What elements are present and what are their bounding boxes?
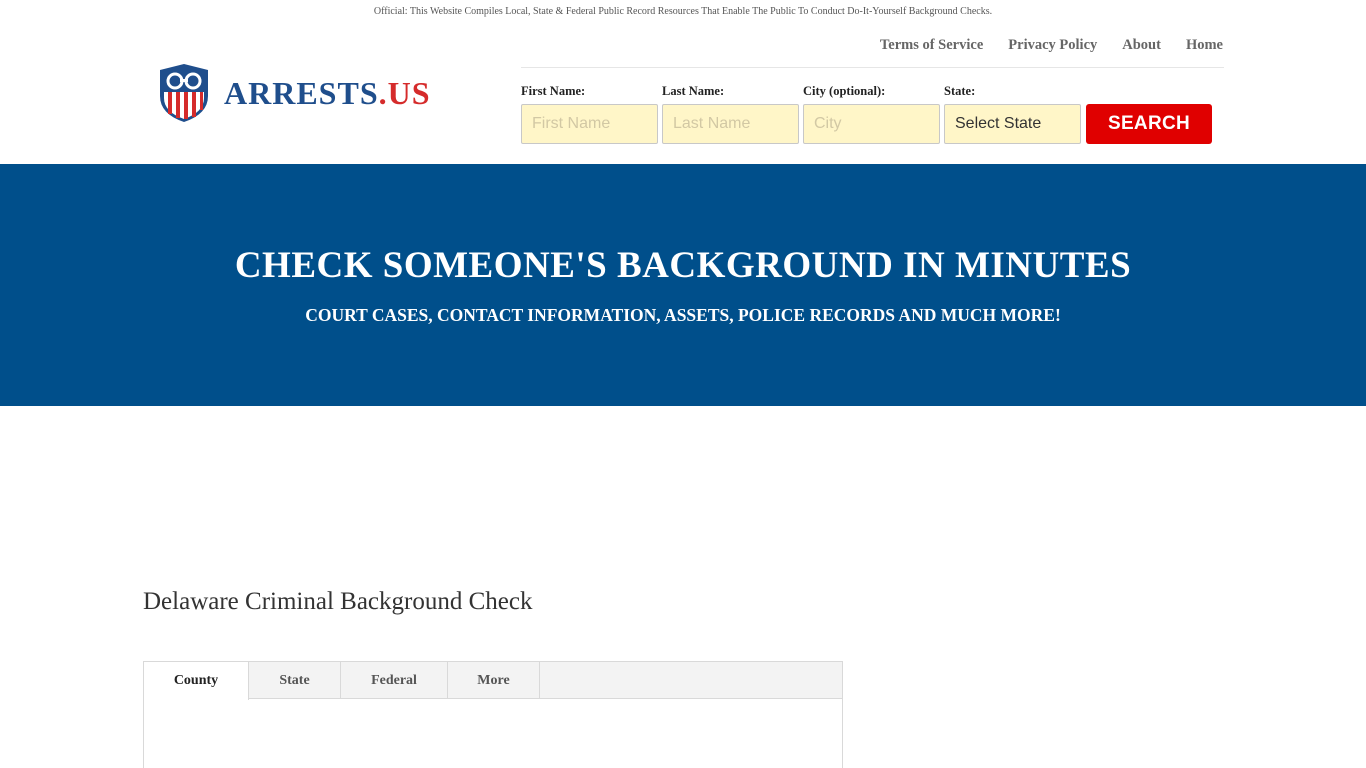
hero-banner: CHECK SOMEONE'S BACKGROUND IN MINUTES CO… bbox=[0, 164, 1366, 406]
city-group: City (optional): bbox=[803, 84, 940, 144]
top-nav: Terms of Service Privacy Policy About Ho… bbox=[880, 37, 1223, 54]
state-group: State: Select State bbox=[944, 84, 1081, 144]
nav-privacy-policy[interactable]: Privacy Policy bbox=[1008, 37, 1097, 54]
first-name-group: First Name: bbox=[521, 84, 658, 144]
tab-federal[interactable]: Federal bbox=[341, 662, 448, 699]
tab-county[interactable]: County bbox=[144, 662, 249, 700]
first-name-label: First Name: bbox=[521, 84, 586, 98]
nav-home[interactable]: Home bbox=[1186, 37, 1223, 54]
records-tabs: County State Federal More bbox=[143, 661, 843, 768]
tab-more[interactable]: More bbox=[448, 662, 540, 699]
nav-terms-of-service[interactable]: Terms of Service bbox=[880, 37, 983, 54]
logo-suffix: .US bbox=[378, 74, 431, 111]
nav-divider bbox=[521, 67, 1224, 68]
last-name-label: Last Name: bbox=[662, 84, 725, 98]
state-select[interactable]: Select State bbox=[944, 104, 1081, 144]
logo-name: ARRESTS bbox=[224, 74, 379, 111]
first-name-input[interactable] bbox=[521, 104, 658, 144]
city-input[interactable] bbox=[803, 104, 940, 144]
state-label: State: bbox=[944, 84, 976, 98]
tab-state[interactable]: State bbox=[249, 662, 341, 699]
nav-about[interactable]: About bbox=[1122, 37, 1161, 54]
site-logo[interactable]: ARRESTS.US bbox=[158, 62, 431, 124]
search-button[interactable]: SEARCH bbox=[1086, 104, 1212, 144]
city-label: City (optional): bbox=[803, 84, 886, 98]
hero-title: CHECK SOMEONE'S BACKGROUND IN MINUTES bbox=[234, 245, 1132, 286]
search-form: First Name: Last Name: City (optional): … bbox=[521, 84, 1212, 144]
tab-bar: County State Federal More bbox=[144, 662, 842, 700]
page-title: Delaware Criminal Background Check bbox=[143, 588, 533, 615]
shield-handcuffs-icon bbox=[160, 64, 208, 122]
last-name-input[interactable] bbox=[662, 104, 799, 144]
last-name-group: Last Name: bbox=[662, 84, 799, 144]
hero-subtitle: COURT CASES, CONTACT INFORMATION, ASSETS… bbox=[305, 305, 1061, 325]
top-notice: Official: This Website Compiles Local, S… bbox=[373, 6, 993, 17]
